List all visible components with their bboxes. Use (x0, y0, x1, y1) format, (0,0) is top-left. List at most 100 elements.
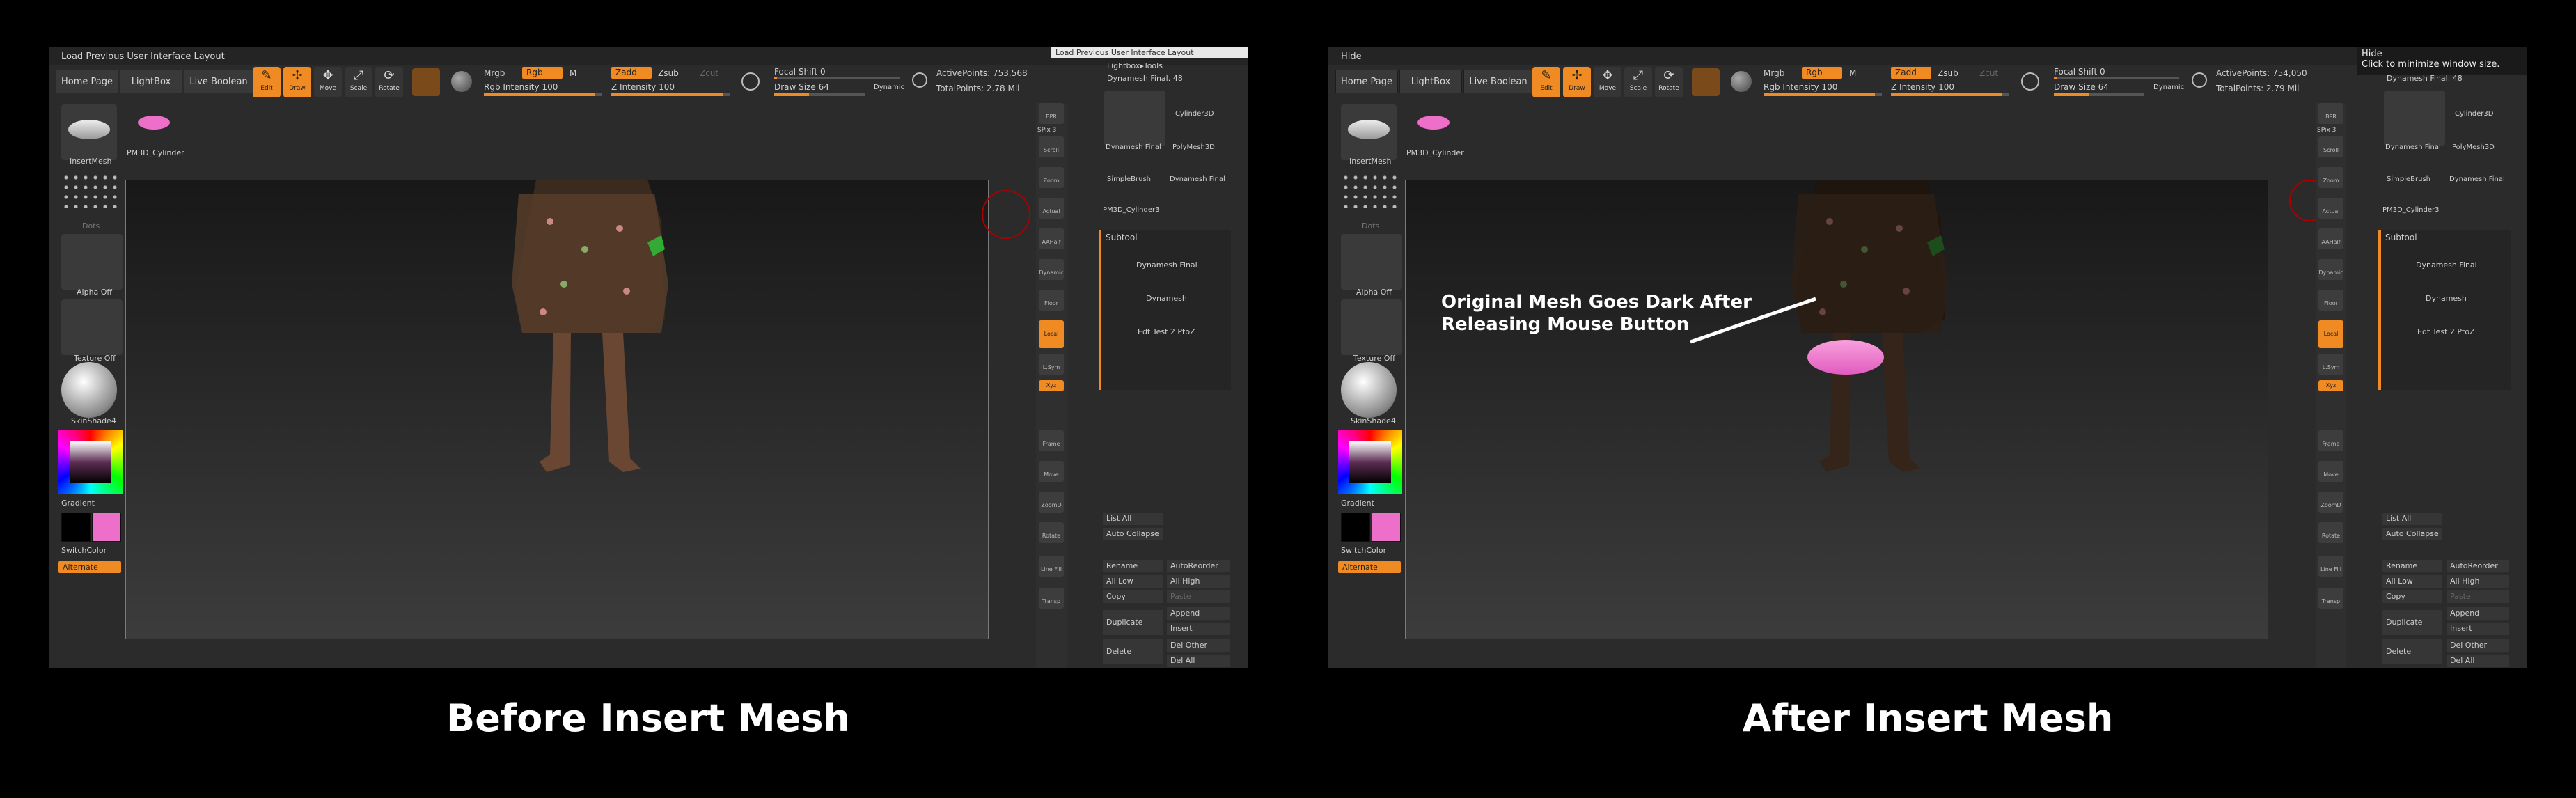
draw-size-slider[interactable] (774, 93, 865, 96)
pm3d-cylinder-thumb[interactable] (138, 116, 170, 130)
local-button[interactable]: Local (2318, 320, 2343, 348)
switchcolor-button[interactable]: SwitchColor (1341, 546, 1386, 555)
auto-collapse-button[interactable]: Auto Collapse (2382, 528, 2442, 540)
subtool-item[interactable]: Dynamesh Final (1136, 260, 1197, 269)
list-all-button[interactable]: List All (2382, 513, 2442, 525)
insert-button[interactable]: Insert (1167, 623, 1230, 635)
rename-button[interactable]: Rename (1103, 560, 1163, 572)
lsym-button[interactable]: L.Sym (2318, 354, 2343, 375)
rgb-intensity-slider[interactable] (484, 93, 602, 96)
xyz-button[interactable]: Xyz (2318, 380, 2343, 391)
mrgb-button[interactable]: Mrgb (1764, 68, 1784, 78)
move-view-button[interactable]: Move (1039, 461, 1064, 482)
edit-button[interactable]: ✎ Edit (1532, 67, 1560, 97)
texture-thumb[interactable] (61, 299, 123, 355)
all-high-button[interactable]: All High (1167, 575, 1230, 588)
rgb-intensity-slider[interactable] (1764, 93, 1882, 96)
lsym-button[interactable]: L.Sym (1039, 354, 1064, 375)
secondary-color-swatch[interactable] (61, 513, 91, 542)
dots-stroke-icon[interactable] (61, 173, 117, 208)
move-button[interactable]: ✥ Move (1594, 67, 1621, 97)
draw-size-slider[interactable] (2054, 93, 2144, 96)
alpha-thumb[interactable] (61, 234, 123, 290)
z-intensity-slider[interactable] (611, 93, 730, 96)
dynamic-button[interactable]: Dynamic (2153, 84, 2184, 91)
brush-sphere-icon[interactable] (451, 71, 472, 92)
stroke-icon[interactable] (2021, 72, 2039, 91)
rename-button[interactable]: Rename (2382, 560, 2442, 572)
scale-button[interactable]: ⤢ Scale (345, 67, 372, 97)
local-button[interactable]: Local (1039, 320, 1064, 348)
mrgb-button[interactable]: Mrgb (484, 68, 505, 78)
tool-thumb-dynamesh-final[interactable] (1104, 91, 1165, 146)
frame-button[interactable]: Frame (2318, 430, 2343, 451)
rotate-view-button[interactable]: Rotate (2318, 522, 2343, 543)
duplicate-button[interactable]: Duplicate (1103, 610, 1163, 635)
zcut-button[interactable]: Zcut (700, 68, 718, 78)
zsub-button[interactable]: Zsub (1938, 68, 1958, 78)
del-all-button[interactable]: Del All (1167, 655, 1230, 667)
zoomd-button[interactable]: ZoomD (2318, 492, 2343, 513)
del-all-button[interactable]: Del All (2447, 655, 2509, 667)
frame-button[interactable]: Frame (1039, 430, 1064, 451)
edit-button[interactable]: ✎ Edit (253, 67, 281, 97)
delete-button[interactable]: Delete (2382, 639, 2442, 664)
zadd-button[interactable]: Zadd (611, 67, 652, 79)
brush-sphere-icon[interactable] (1731, 71, 1752, 92)
dot-icon[interactable] (912, 72, 927, 88)
rotate-button[interactable]: ⟳ Rotate (1655, 67, 1683, 97)
auto-collapse-button[interactable]: Auto Collapse (1103, 528, 1163, 540)
color-picker-inner[interactable] (70, 441, 111, 483)
autoreorder-button[interactable]: AutoReorder (2447, 560, 2509, 572)
secondary-color-swatch[interactable] (1341, 513, 1370, 542)
focal-shift-slider[interactable] (774, 77, 900, 79)
scale-button[interactable]: ⤢ Scale (1624, 67, 1652, 97)
insert-button[interactable]: Insert (2447, 623, 2509, 635)
rgb-button[interactable]: Rgb (1802, 67, 1842, 79)
tool-thumb-dynamesh-final[interactable] (2384, 91, 2445, 146)
m-button[interactable]: M (570, 68, 576, 78)
zcut-button[interactable]: Zcut (1979, 68, 1998, 78)
stroke-icon[interactable] (741, 72, 760, 91)
move-view-button[interactable]: Move (2318, 461, 2343, 482)
del-other-button[interactable]: Del Other (1167, 639, 1230, 652)
autoreorder-button[interactable]: AutoReorder (1167, 560, 1230, 572)
actual-button[interactable]: Actual (2318, 198, 2343, 219)
insertmesh-brush-thumb[interactable] (1341, 104, 1397, 160)
main-color-swatch[interactable] (92, 513, 121, 542)
zadd-button[interactable]: Zadd (1891, 67, 1931, 79)
focal-shift-slider[interactable] (2054, 77, 2179, 79)
polyf-button[interactable]: Line Fill PolyF (1039, 556, 1064, 600)
zsub-button[interactable]: Zsub (658, 68, 679, 78)
floor-button[interactable]: Floor (2318, 290, 2343, 311)
xyz-button[interactable]: Xyz (1039, 380, 1064, 391)
zoom-button[interactable]: Zoom (2318, 167, 2343, 188)
transp-button[interactable]: Transp (1039, 588, 1064, 609)
polyf-button[interactable]: Line Fill PolyF (2318, 556, 2343, 600)
rotate-button[interactable]: ⟳ Rotate (375, 67, 403, 97)
floor-button[interactable]: Floor (1039, 290, 1064, 311)
move-button[interactable]: ✥ Move (314, 67, 342, 97)
alternate-button[interactable]: Alternate (1338, 561, 1401, 573)
dot-icon[interactable] (2192, 72, 2207, 88)
switchcolor-button[interactable]: SwitchColor (61, 546, 107, 555)
delete-button[interactable]: Delete (1103, 639, 1163, 664)
tab-lightbox[interactable]: LightBox (120, 70, 182, 93)
subtool-item[interactable]: Dynamesh Final (2416, 260, 2477, 269)
subtool-item[interactable]: Dynamesh (1146, 294, 1187, 303)
zoom-button[interactable]: Zoom (1039, 167, 1064, 188)
m-button[interactable]: M (1849, 68, 1856, 78)
rgb-button[interactable]: Rgb (522, 67, 563, 79)
duplicate-button[interactable]: Duplicate (2382, 610, 2442, 635)
tab-live-boolean[interactable]: Live Boolean (184, 70, 253, 93)
alpha-thumb[interactable] (1341, 234, 1402, 290)
copy-button[interactable]: Copy (2382, 590, 2442, 603)
paste-button[interactable]: Paste (1167, 590, 1230, 603)
append-button[interactable]: Append (2447, 607, 2509, 620)
tab-lightbox[interactable]: LightBox (1399, 70, 1462, 93)
draw-button[interactable]: ✢ Draw (283, 67, 311, 97)
aahalf-button[interactable]: AAHalf (2318, 228, 2343, 249)
all-low-button[interactable]: All Low (2382, 575, 2442, 588)
paste-button[interactable]: Paste (2447, 590, 2509, 603)
tab-home-page[interactable]: Home Page (1335, 70, 1398, 93)
